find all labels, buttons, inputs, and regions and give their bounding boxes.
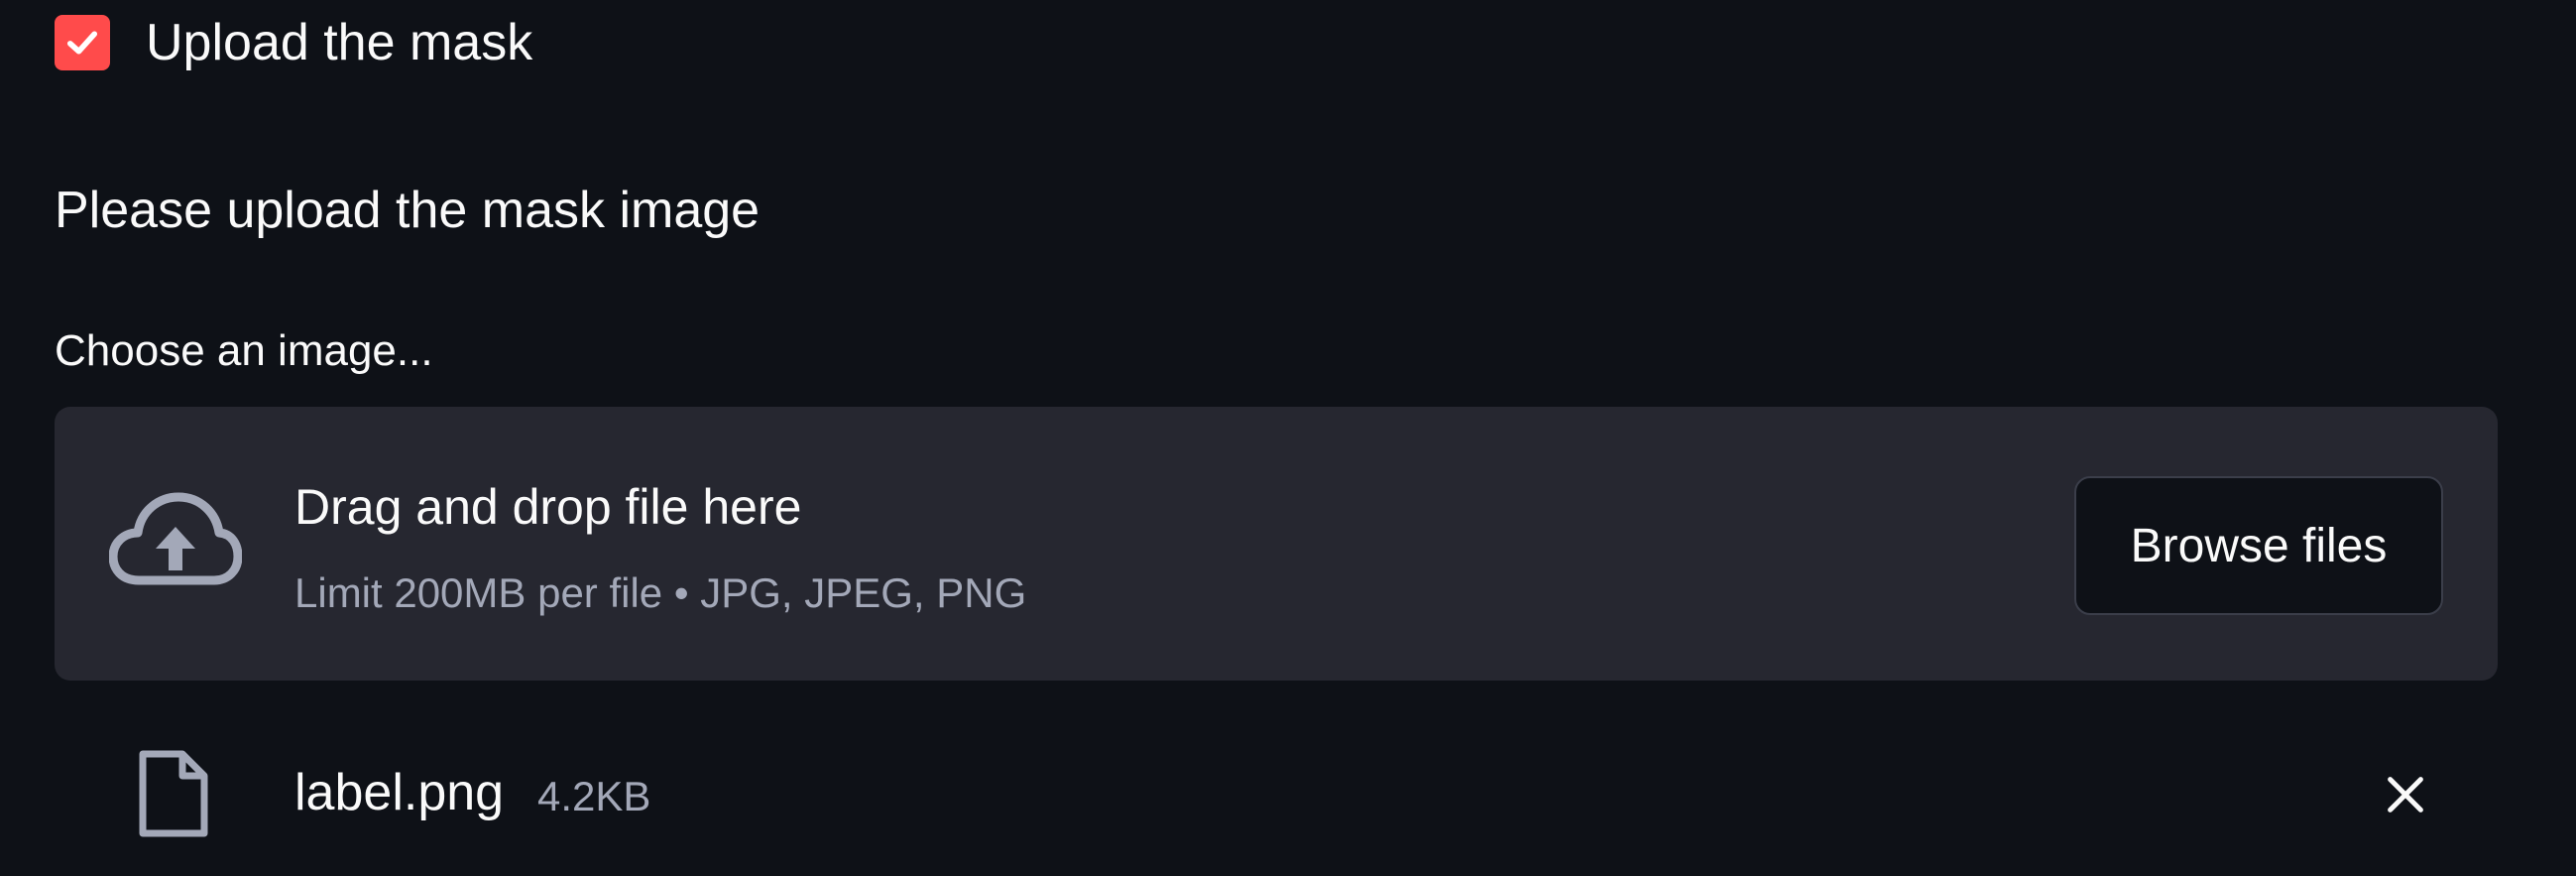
- uploaded-file-size: 4.2KB: [537, 773, 651, 819]
- upload-instruction-text: Please upload the mask image: [55, 182, 761, 239]
- cloud-upload-icon: [109, 492, 242, 585]
- uploaded-file-row: label.png 4.2KB: [55, 734, 2498, 853]
- file-dropzone[interactable]: Drag and drop file here Limit 200MB per …: [55, 407, 2498, 681]
- dropzone-limit-text: Limit 200MB per file • JPG, JPEG, PNG: [294, 569, 1027, 616]
- upload-mask-checkbox-row[interactable]: Upload the mask: [55, 15, 532, 70]
- upload-mask-checkbox[interactable]: [55, 15, 110, 70]
- file-uploader-label: Choose an image...: [55, 326, 433, 375]
- file-icon: [139, 750, 208, 837]
- close-icon: [2388, 777, 2423, 813]
- remove-file-button[interactable]: [2375, 764, 2436, 825]
- page: Upload the mask Please upload the mask i…: [0, 0, 2576, 876]
- dropzone-title: Drag and drop file here: [294, 479, 802, 535]
- upload-mask-checkbox-label: Upload the mask: [146, 14, 533, 71]
- browse-files-button[interactable]: Browse files: [2074, 476, 2443, 615]
- checkmark-icon: [66, 31, 98, 55]
- uploaded-file-name: label.png: [294, 764, 505, 821]
